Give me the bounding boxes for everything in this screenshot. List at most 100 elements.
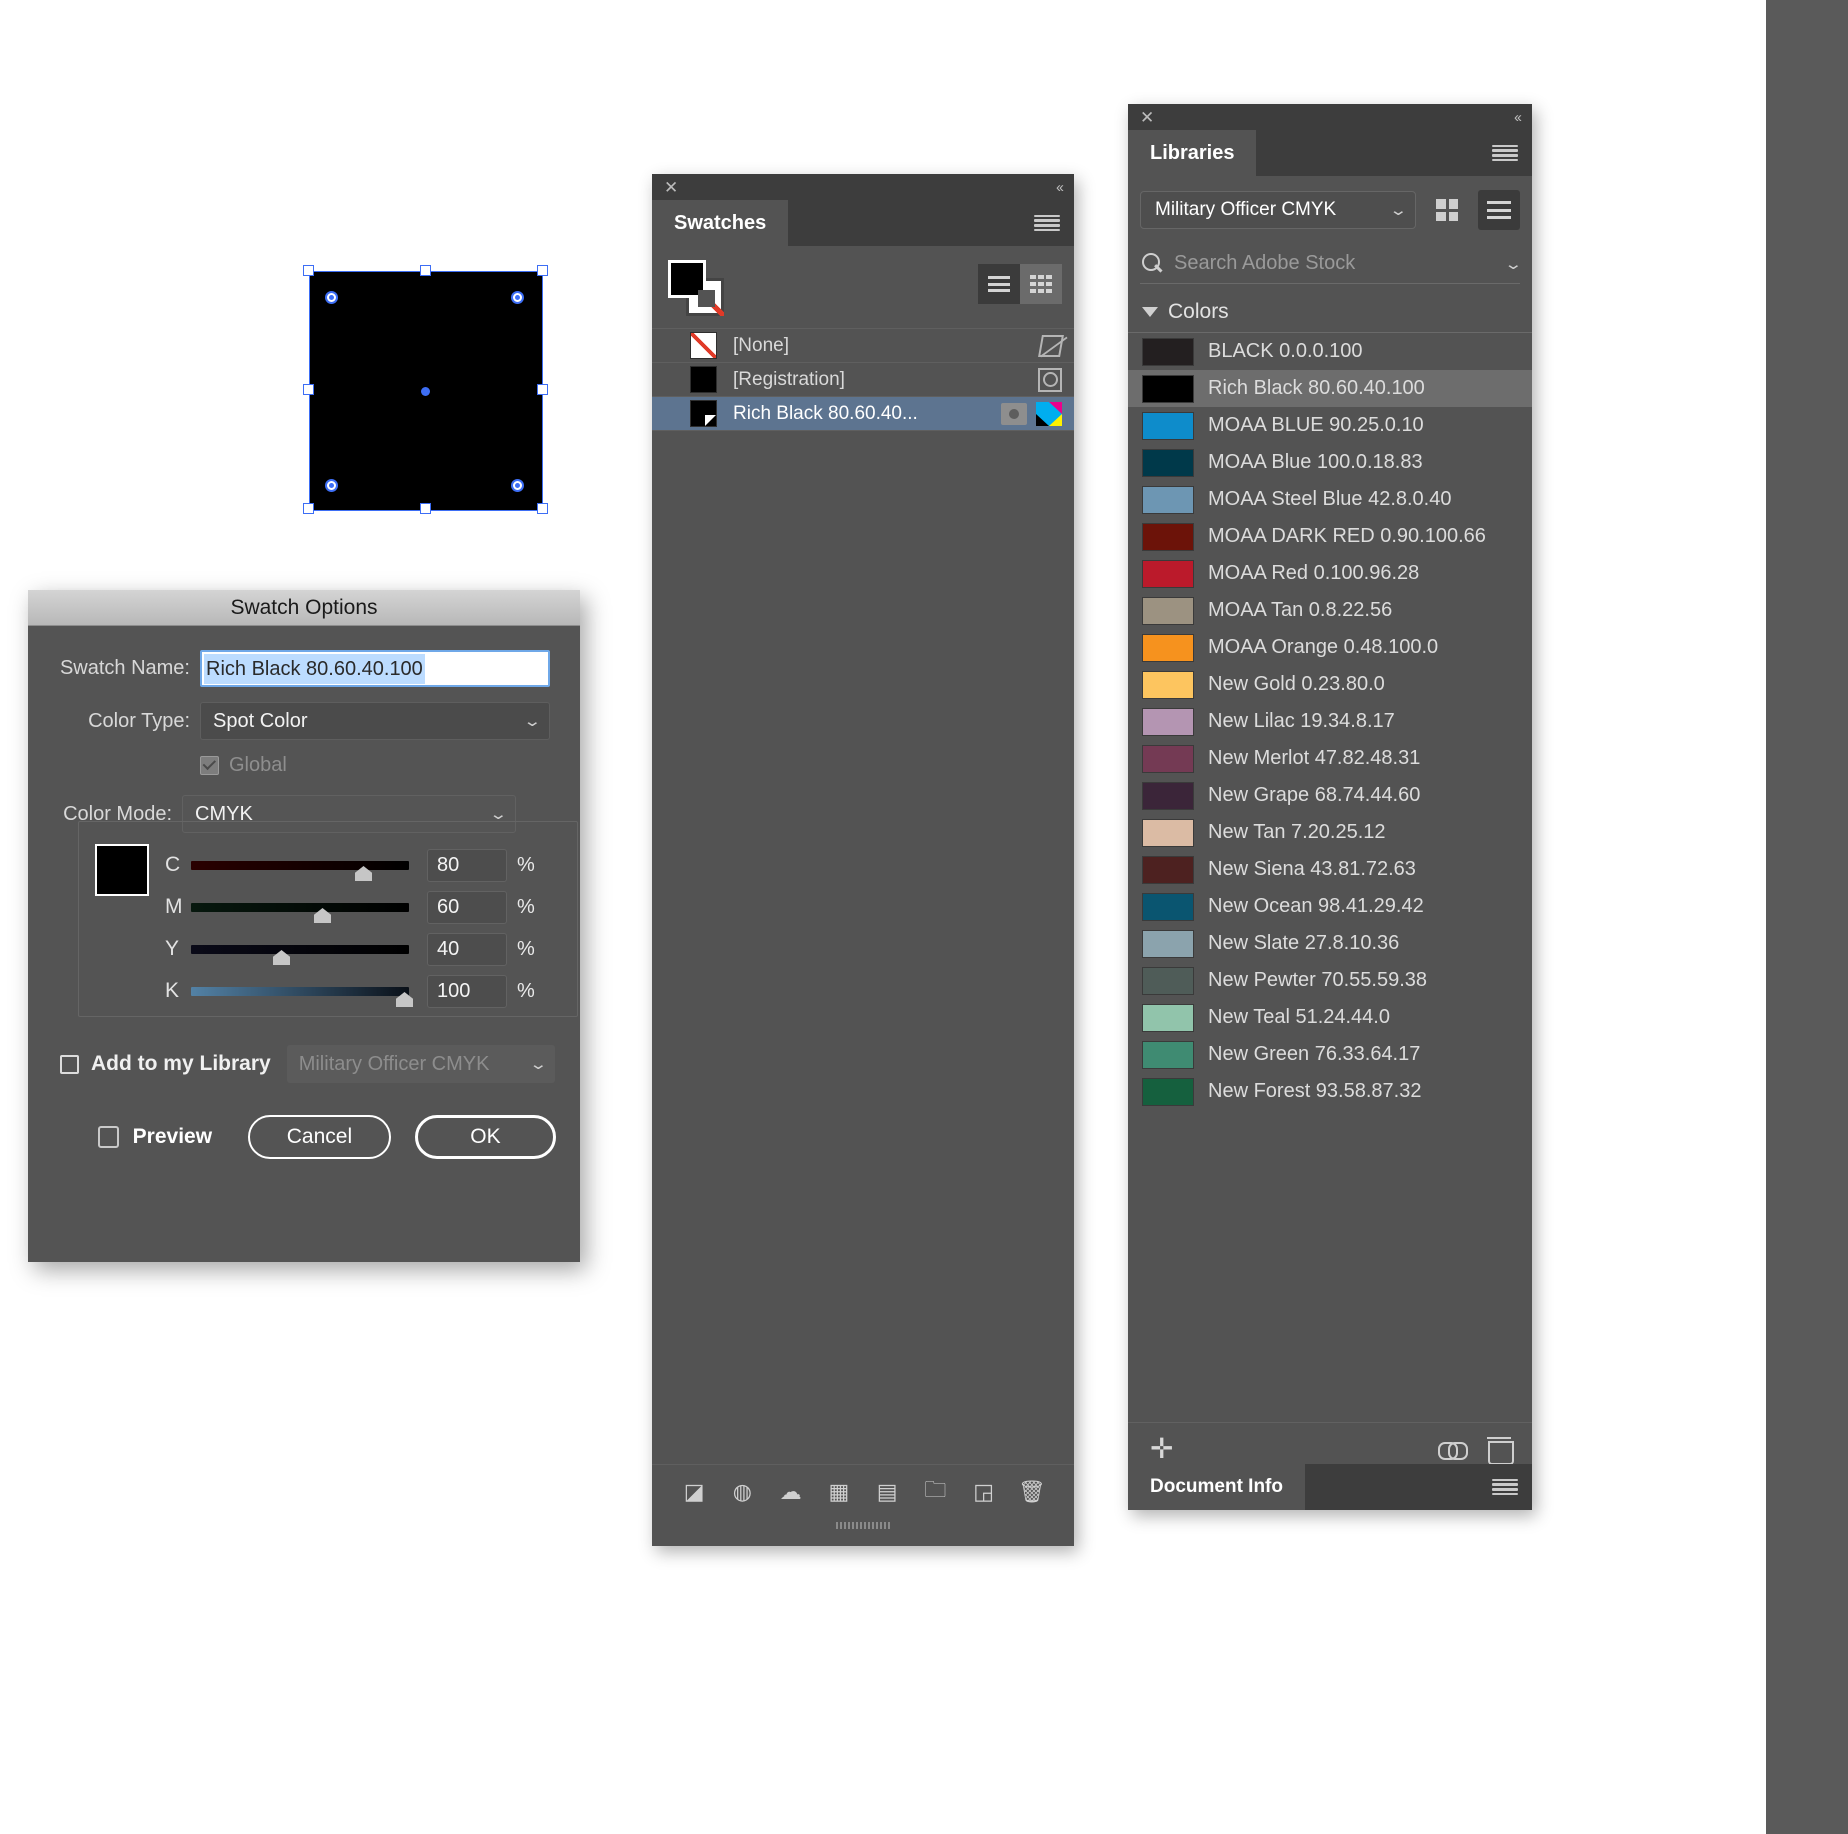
add-item-icon[interactable]: ✛ (1150, 1434, 1173, 1463)
panel-resize-grip[interactable] (652, 1518, 1074, 1532)
grid-view-icon[interactable] (1020, 264, 1062, 304)
library-color-item[interactable]: New Pewter 70.55.59.38 (1128, 962, 1532, 999)
library-color-item[interactable]: New Grape 68.74.44.60 (1128, 777, 1532, 814)
tab-document-info-label: Document Info (1150, 1476, 1283, 1497)
swatch-color-chip (690, 332, 717, 359)
tab-swatches[interactable]: Swatches (652, 200, 789, 246)
panel-menu-icon[interactable] (1492, 144, 1518, 162)
search-input[interactable]: Search Adobe Stock (1174, 252, 1507, 275)
library-color-item[interactable]: New Slate 27.8.10.36 (1128, 925, 1532, 962)
fill-stroke-indicator (652, 246, 1074, 328)
path-anchor-bottom-right[interactable] (511, 479, 524, 492)
percent-label-m: % (517, 895, 535, 918)
object-center-point (421, 387, 430, 396)
library-color-item[interactable]: New Teal 51.24.44.0 (1128, 999, 1532, 1036)
library-color-item[interactable]: New Merlot 47.82.48.31 (1128, 740, 1532, 777)
new-swatch-icon[interactable]: ◲ (960, 1479, 1008, 1505)
library-color-item[interactable]: MOAA Red 0.100.96.28 (1128, 555, 1532, 592)
dialog-body: Swatch Name: Rich Black 80.60.40.100 Col… (28, 626, 580, 1159)
libraries-panel: ✕ ‹‹ Libraries Military Officer CMYK ⌄ S… (1128, 104, 1532, 1510)
library-color-item[interactable]: New Gold 0.23.80.0 (1128, 666, 1532, 703)
share-link-icon[interactable] (1438, 1439, 1468, 1460)
library-color-item[interactable]: New Green 76.33.64.17 (1128, 1036, 1532, 1073)
library-color-item[interactable]: New Ocean 98.41.29.42 (1128, 888, 1532, 925)
swatch-row[interactable]: Rich Black 80.60.40... (652, 397, 1074, 431)
swatch-name-row: Swatch Name: Rich Black 80.60.40.100 (52, 626, 556, 687)
tab-libraries[interactable]: Libraries (1128, 130, 1257, 176)
chevron-down-icon[interactable]: ⌄ (1504, 255, 1523, 273)
chevron-down-icon: ⌄ (523, 713, 543, 730)
library-color-item[interactable]: MOAA Steel Blue 42.8.0.40 (1128, 481, 1532, 518)
path-anchor-bottom-left[interactable] (325, 479, 338, 492)
library-color-item[interactable]: New Siena 43.81.72.63 (1128, 851, 1532, 888)
bbox-handle-middle-left[interactable] (303, 384, 314, 395)
dialog-library-select[interactable]: Military Officer CMYK ⌄ (286, 1045, 555, 1083)
add-to-library-checkbox[interactable] (60, 1054, 79, 1074)
swatch-options-icon[interactable]: ▤ (863, 1479, 911, 1505)
slider-y[interactable] (191, 937, 409, 965)
cancel-button[interactable]: Cancel (248, 1115, 391, 1159)
value-input-c[interactable]: 80 (427, 848, 507, 882)
list-view-icon[interactable] (1478, 190, 1520, 230)
close-icon[interactable]: ✕ (1140, 109, 1154, 126)
bbox-handle-top-center[interactable] (420, 265, 431, 276)
swatch-view-toggle (978, 264, 1062, 304)
colors-section-header[interactable]: Colors (1128, 284, 1532, 333)
new-color-group-icon[interactable]: 🗀 (911, 1473, 959, 1511)
library-color-chip (1142, 1040, 1194, 1069)
search-icon (1140, 251, 1166, 277)
library-color-item[interactable]: MOAA Tan 0.8.22.56 (1128, 592, 1532, 629)
color-type-value: Spot Color (213, 709, 308, 732)
panel-menu-icon[interactable] (1492, 1478, 1518, 1496)
bbox-handle-middle-right[interactable] (537, 384, 548, 395)
collapse-icon[interactable]: ‹‹ (1514, 109, 1522, 126)
bbox-handle-bottom-right[interactable] (537, 503, 548, 514)
swatch-name-input[interactable]: Rich Black 80.60.40.100 (200, 650, 550, 687)
library-color-item[interactable]: New Forest 93.58.87.32 (1128, 1073, 1532, 1110)
slider-m[interactable] (191, 895, 409, 923)
collapse-icon[interactable]: ‹‹ (1056, 179, 1064, 196)
swatch-row[interactable]: [Registration] (652, 363, 1074, 397)
close-icon[interactable]: ✕ (664, 179, 678, 196)
color-type-select[interactable]: Spot Color ⌄ (200, 702, 550, 740)
library-color-item[interactable]: New Lilac 19.34.8.17 (1128, 703, 1532, 740)
value-input-k[interactable]: 100 (427, 974, 507, 1008)
search-adobe-stock-field[interactable]: Search Adobe Stock ⌄ (1140, 244, 1523, 284)
panel-menu-icon[interactable] (1034, 214, 1060, 232)
global-checkbox[interactable] (200, 756, 219, 775)
value-input-y[interactable]: 40 (427, 932, 507, 966)
grid-view-icon[interactable] (1426, 190, 1468, 230)
library-color-item[interactable]: Rich Black 80.60.40.100 (1128, 370, 1532, 407)
library-color-chip (1142, 596, 1194, 625)
color-group-link-icon[interactable]: ◍ (718, 1479, 766, 1505)
library-color-item[interactable]: New Tan 7.20.25.12 (1128, 814, 1532, 851)
library-color-chip (1142, 744, 1194, 773)
library-color-item[interactable]: MOAA DARK RED 0.90.100.66 (1128, 518, 1532, 555)
ok-button[interactable]: OK (414, 1115, 556, 1159)
bbox-handle-bottom-center[interactable] (420, 503, 431, 514)
library-color-label: New Grape 68.74.44.60 (1208, 784, 1421, 806)
library-select[interactable]: Military Officer CMYK ⌄ (1140, 191, 1416, 229)
swatch-libraries-icon[interactable]: ◪ (670, 1479, 718, 1505)
color-themes-icon[interactable]: ☁ (767, 1479, 815, 1505)
slider-k[interactable] (191, 979, 413, 1007)
list-view-icon[interactable] (978, 264, 1020, 304)
bbox-handle-bottom-left[interactable] (303, 503, 314, 514)
channel-label-y: Y (165, 937, 180, 960)
swatch-row[interactable]: [None] (652, 329, 1074, 363)
bbox-handle-top-right[interactable] (537, 265, 548, 276)
value-input-m[interactable]: 60 (427, 890, 507, 924)
delete-swatch-icon[interactable]: 🗑 (1008, 1479, 1056, 1505)
show-swatch-kinds-icon[interactable]: ▦ (815, 1479, 863, 1505)
path-anchor-top-right[interactable] (511, 291, 524, 304)
trash-icon[interactable] (1487, 1436, 1514, 1465)
path-anchor-top-left[interactable] (325, 291, 338, 304)
tab-document-info[interactable]: Document Info (1128, 1464, 1305, 1510)
slider-c[interactable] (191, 853, 409, 881)
library-color-item[interactable]: MOAA Blue 100.0.18.83 (1128, 444, 1532, 481)
preview-checkbox[interactable] (98, 1126, 119, 1148)
library-color-item[interactable]: MOAA Orange 0.48.100.0 (1128, 629, 1532, 666)
library-color-item[interactable]: BLACK 0.0.0.100 (1128, 333, 1532, 370)
library-color-item[interactable]: MOAA BLUE 90.25.0.10 (1128, 407, 1532, 444)
bbox-handle-top-left[interactable] (303, 265, 314, 276)
